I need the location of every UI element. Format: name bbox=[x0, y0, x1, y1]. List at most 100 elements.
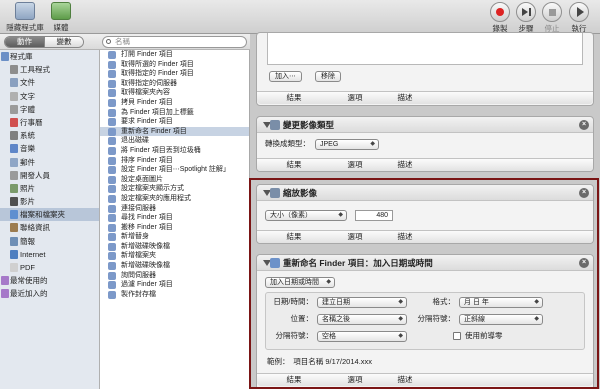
options-tab[interactable]: 選項 bbox=[331, 159, 379, 171]
action-list-item[interactable]: 搬移 Finder 項目 bbox=[100, 223, 249, 233]
record-button[interactable]: 錄製 bbox=[488, 2, 512, 34]
library-item[interactable]: Internet bbox=[0, 248, 99, 261]
date-time-select[interactable]: 建立日期 bbox=[317, 297, 407, 308]
library-item[interactable]: 音樂 bbox=[0, 142, 99, 155]
run-button[interactable]: 執行 bbox=[566, 2, 592, 34]
action-list-item[interactable]: 要求 Finder 項目 bbox=[100, 117, 249, 127]
preview-action-icon bbox=[270, 188, 280, 198]
remove-button[interactable]: 移除 bbox=[315, 71, 341, 82]
rename-mode-select[interactable]: 加入日期或時間 bbox=[265, 277, 335, 288]
action-list-item[interactable]: 取得所選的 Finder 項目 bbox=[100, 60, 249, 70]
library-item[interactable]: 影片 bbox=[0, 195, 99, 208]
library-item[interactable]: 文字 bbox=[0, 90, 99, 103]
results-tab[interactable]: 結果 bbox=[257, 231, 331, 243]
results-tab[interactable]: 結果 bbox=[257, 92, 331, 104]
action-list-item[interactable]: 重新命名 Finder 項目 bbox=[100, 126, 249, 137]
description-tab[interactable]: 描述 bbox=[379, 92, 431, 104]
description-tab[interactable]: 描述 bbox=[379, 231, 431, 243]
tab-actions[interactable]: 動作 bbox=[5, 37, 44, 47]
action-label: 為 Finder 項目加上標籤 bbox=[121, 108, 194, 116]
action-list-item[interactable]: 取得指定的伺服器 bbox=[100, 79, 249, 89]
library-item-label: 開發人員 bbox=[20, 170, 50, 180]
stop-icon bbox=[542, 2, 562, 22]
action-list-item[interactable]: 詢問伺服器 bbox=[100, 271, 249, 281]
action-list-item[interactable]: 退出磁碟 bbox=[100, 136, 249, 146]
action-list-item[interactable]: 打開 Finder 項目 bbox=[100, 50, 249, 60]
add-button[interactable]: 加入⋯ bbox=[269, 71, 302, 82]
library-item[interactable]: 最常使用的 bbox=[0, 274, 99, 287]
action-list-item[interactable]: 設定檔案夾的應用程式 bbox=[100, 194, 249, 204]
tab-variables[interactable]: 變數 bbox=[43, 37, 83, 47]
action-list-item[interactable]: 將 Finder 項目丟到垃圾桶 bbox=[100, 146, 249, 156]
separator-select[interactable]: 正斜線 bbox=[459, 314, 543, 325]
action-list-item[interactable]: 設定 Finder 項目⋯Spotlight 註解」 bbox=[100, 165, 249, 175]
media-button[interactable]: 媒體 bbox=[48, 2, 74, 33]
action-list-item[interactable]: 新增檔案夾 bbox=[100, 251, 249, 261]
action-list-item[interactable]: 新增替身 bbox=[100, 232, 249, 242]
library-item[interactable]: 簡報 bbox=[0, 235, 99, 248]
finder-icon bbox=[10, 210, 18, 220]
action-list-item[interactable]: 連接伺服器 bbox=[100, 204, 249, 214]
library-item[interactable]: 聯絡資訊 bbox=[0, 221, 99, 234]
separator2-select[interactable]: 空格 bbox=[317, 331, 407, 342]
close-icon[interactable]: × bbox=[579, 188, 589, 198]
step-button[interactable]: 步驟 bbox=[514, 2, 538, 34]
action-label: 取得檔案夾內容 bbox=[121, 89, 170, 97]
action-list-item[interactable]: 新增磁碟映像檔 bbox=[100, 261, 249, 271]
action-list-item[interactable]: 取得指定的 Finder 項目 bbox=[100, 69, 249, 79]
library-item[interactable]: 郵件 bbox=[0, 156, 99, 169]
internet-icon bbox=[10, 249, 18, 259]
top-card-list bbox=[267, 33, 583, 65]
description-tab[interactable]: 描述 bbox=[379, 374, 431, 386]
format-select[interactable]: 月 日 年 bbox=[459, 297, 543, 308]
library-item[interactable]: 系統 bbox=[0, 129, 99, 142]
finder-action-icon bbox=[108, 51, 116, 59]
results-tab[interactable]: 結果 bbox=[257, 374, 331, 386]
action-list-item[interactable]: 製作封存檔 bbox=[100, 290, 249, 300]
action-list-item[interactable]: 排序 Finder 項目 bbox=[100, 156, 249, 166]
view-segmented-control[interactable]: 動作 變數 bbox=[4, 36, 84, 48]
scale-mode-select[interactable]: 大小（像素） bbox=[265, 210, 347, 221]
convert-type-select[interactable]: JPEG bbox=[315, 139, 379, 150]
library-item[interactable]: 最近加入的 bbox=[0, 287, 99, 300]
library-item[interactable]: 程式庫 bbox=[0, 50, 99, 63]
library-item[interactable]: 文件 bbox=[0, 76, 99, 89]
action-list-item[interactable]: 過濾 Finder 項目 bbox=[100, 280, 249, 290]
library-item-label: 音樂 bbox=[20, 144, 35, 154]
action-list-item[interactable]: 新增磁碟映像檔 bbox=[100, 242, 249, 252]
change-type-footer: 結果 選項 描述 bbox=[257, 158, 593, 171]
close-icon[interactable]: × bbox=[579, 120, 589, 130]
action-list-item[interactable]: 拷貝 Finder 項目 bbox=[100, 98, 249, 108]
hide-library-button[interactable]: 隱藏程式庫 bbox=[4, 2, 46, 33]
action-list-item[interactable]: 尋找 Finder 項目 bbox=[100, 213, 249, 223]
action-list-item[interactable]: 設定桌面圖片 bbox=[100, 175, 249, 185]
smart-folder-icon bbox=[1, 289, 9, 299]
close-icon[interactable]: × bbox=[579, 258, 589, 268]
library-item[interactable]: 檔案和檔案夾 bbox=[0, 208, 99, 222]
movie-icon bbox=[10, 197, 18, 207]
results-tab[interactable]: 結果 bbox=[257, 159, 331, 171]
library-item[interactable]: 行事曆 bbox=[0, 116, 99, 129]
action-list-item[interactable]: 為 Finder 項目加上標籤 bbox=[100, 108, 249, 118]
stop-button[interactable]: 停止 bbox=[540, 2, 564, 34]
options-tab[interactable]: 選項 bbox=[331, 92, 379, 104]
finder-action-icon bbox=[108, 223, 116, 232]
finder-action-icon bbox=[108, 60, 116, 69]
library-item[interactable]: 工具程式 bbox=[0, 63, 99, 76]
scale-image-title: 縮放影像 bbox=[283, 188, 318, 198]
library-item[interactable]: PDF bbox=[0, 261, 99, 274]
scale-size-field[interactable]: 480 bbox=[355, 210, 393, 221]
action-list-item[interactable]: 取得檔案夾內容 bbox=[100, 88, 249, 98]
library-item[interactable]: 開發人員 bbox=[0, 169, 99, 182]
library-item[interactable]: 字體 bbox=[0, 103, 99, 116]
library-item[interactable]: 照片 bbox=[0, 182, 99, 195]
position-select[interactable]: 名稱之後 bbox=[317, 314, 407, 325]
leading-zero-checkbox[interactable] bbox=[453, 332, 461, 340]
description-tab[interactable]: 描述 bbox=[379, 159, 431, 171]
options-tab[interactable]: 選項 bbox=[331, 374, 379, 386]
options-tab[interactable]: 選項 bbox=[331, 231, 379, 243]
action-list-item[interactable]: 設定檔案夾顯示方式 bbox=[100, 184, 249, 194]
search-input[interactable]: 名稱 bbox=[102, 36, 247, 48]
library-item-label: PDF bbox=[20, 263, 35, 272]
finder-action-icon bbox=[108, 194, 116, 203]
